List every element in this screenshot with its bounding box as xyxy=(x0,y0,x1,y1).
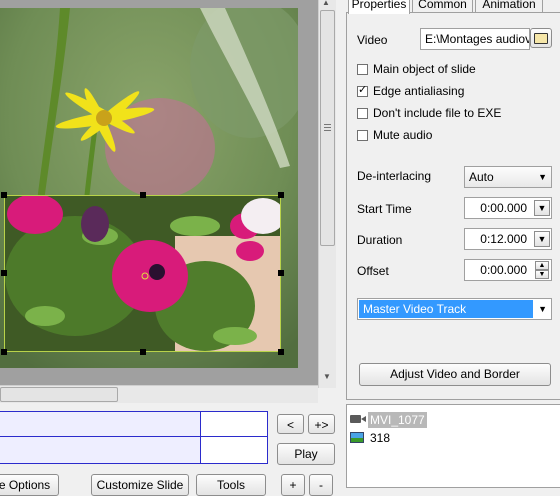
image-icon xyxy=(350,432,364,443)
vertical-scroll-thumb[interactable] xyxy=(320,10,335,246)
resize-handle-s[interactable] xyxy=(140,349,146,355)
resize-handle-sw[interactable] xyxy=(1,349,7,355)
folder-open-icon xyxy=(534,33,548,44)
video-camera-icon xyxy=(350,415,361,423)
slide-preview[interactable] xyxy=(0,0,318,388)
slide-options-button[interactable]: e Options xyxy=(0,474,59,496)
next-button[interactable]: +> xyxy=(308,414,335,434)
file-name: MVI_1077 xyxy=(368,412,427,428)
video-track-selected: Master Video Track xyxy=(359,300,533,318)
video-label: Video xyxy=(357,33,388,47)
start-time-value: 0:00.000 xyxy=(480,201,527,215)
resize-handle-w[interactable] xyxy=(1,270,7,276)
video-object-frame[interactable] xyxy=(4,195,281,352)
dont-include-exe-label: Don't include file to EXE xyxy=(373,106,502,120)
resize-handle-se[interactable] xyxy=(278,349,284,355)
resize-handle-e[interactable] xyxy=(278,270,284,276)
dropdown-arrow-icon: ▼ xyxy=(538,304,547,314)
timeline-track-top[interactable] xyxy=(0,411,202,437)
deinterlacing-select[interactable]: Auto ▼ xyxy=(464,166,552,188)
video-path-field[interactable]: E:\Montages audiov xyxy=(420,28,530,50)
video-camera-lens-icon xyxy=(361,416,366,422)
dropdown-arrow-icon: ▼ xyxy=(538,172,547,182)
resize-handle-nw[interactable] xyxy=(1,192,7,198)
start-time-dropdown-button[interactable]: ▼ xyxy=(534,200,550,216)
offset-spin-up[interactable]: ▲ xyxy=(535,261,549,270)
customize-slide-button[interactable]: Customize Slide xyxy=(91,474,189,496)
mute-audio-label: Mute audio xyxy=(373,128,433,142)
horizontal-scroll-thumb[interactable] xyxy=(0,387,118,402)
tab-properties[interactable]: Properties xyxy=(348,0,410,14)
resize-handle-ne[interactable] xyxy=(278,192,284,198)
tab-common[interactable]: Common xyxy=(412,0,473,12)
spin-down-icon: ▼ xyxy=(538,271,546,278)
checkmark-icon: ✓ xyxy=(358,84,368,96)
offset-value: 0:00.000 xyxy=(480,263,527,277)
adjust-video-border-button[interactable]: Adjust Video and Border xyxy=(359,363,551,386)
mute-audio-checkbox[interactable] xyxy=(357,130,368,141)
duration-dropdown-button[interactable]: ▼ xyxy=(534,231,550,247)
edge-antialiasing-checkbox[interactable]: ✓ xyxy=(357,84,368,97)
dont-include-exe-checkbox[interactable] xyxy=(357,108,368,119)
video-frame-image xyxy=(5,196,280,351)
video-track-select[interactable]: Master Video Track ▼ xyxy=(357,298,552,320)
file-name: 318 xyxy=(370,431,391,445)
previous-button[interactable]: < xyxy=(277,414,304,434)
start-time-label: Start Time xyxy=(357,202,412,216)
timeline-track-bottom[interactable] xyxy=(0,436,202,464)
spin-up-icon: ▲ xyxy=(538,262,546,269)
edge-antialiasing-label: Edge antialiasing xyxy=(373,84,465,98)
browse-button[interactable] xyxy=(530,28,552,48)
play-button[interactable]: Play xyxy=(277,443,335,465)
duration-value: 0:12.000 xyxy=(480,232,527,246)
timeline-cell-bottom[interactable] xyxy=(200,436,268,464)
offset-label: Offset xyxy=(357,264,389,278)
timeline-cell-top[interactable] xyxy=(200,411,268,437)
scroll-down-arrow-icon[interactable]: ▼ xyxy=(323,372,331,381)
tab-animation[interactable]: Animation xyxy=(475,0,543,12)
video-track-value: Master Video Track xyxy=(363,302,467,316)
main-object-checkbox[interactable] xyxy=(357,64,368,75)
resize-handle-n[interactable] xyxy=(140,192,146,198)
add-button[interactable]: + xyxy=(281,474,305,496)
deinterlacing-value: Auto xyxy=(469,170,494,184)
remove-button[interactable]: - xyxy=(309,474,333,496)
deinterlacing-label: De-interlacing xyxy=(357,169,432,183)
dropdown-arrow-icon: ▼ xyxy=(537,203,547,213)
scroll-up-arrow-icon[interactable]: ▲ xyxy=(322,0,330,7)
video-path-value: E:\Montages audiov xyxy=(425,32,530,46)
main-object-label: Main object of slide xyxy=(373,62,476,76)
duration-label: Duration xyxy=(357,233,403,247)
tools-button[interactable]: Tools xyxy=(196,474,266,496)
offset-spin-down[interactable]: ▼ xyxy=(535,270,549,279)
dropdown-arrow-icon: ▼ xyxy=(537,234,547,244)
grip-icon xyxy=(324,124,331,125)
